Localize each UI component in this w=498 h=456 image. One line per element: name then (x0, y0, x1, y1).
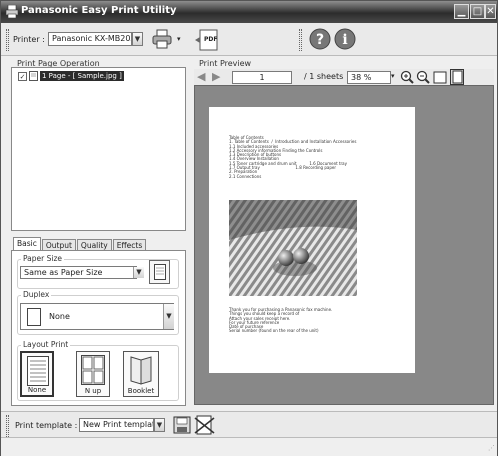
duplex-select[interactable]: None (20, 303, 174, 330)
preview-page: Table of Contents 1. Table of Contents /… (209, 107, 415, 373)
chevron-down-icon[interactable]: ▼ (132, 32, 143, 46)
info-icon: i (334, 28, 356, 50)
svg-text:i: i (342, 32, 347, 48)
layout-nup-label: N up (84, 387, 102, 395)
help-icon: ? (309, 28, 331, 50)
zoom-out-icon[interactable] (416, 70, 430, 84)
previous-page-icon[interactable]: ◀ (197, 70, 205, 83)
print-preview-caption: Print Preview (199, 59, 252, 68)
print-page-list: ✓ 1 Page - [ Sample.jpg ] (11, 67, 186, 231)
zoom-in-icon[interactable] (400, 70, 414, 84)
page-number-input[interactable]: 1 (232, 71, 292, 84)
printer-app-icon (5, 5, 19, 18)
document-footer: Thank you for purchasing a Panasonic fax… (229, 307, 333, 334)
list-item[interactable]: ✓ 1 Page - [ Sample.jpg ] (18, 71, 124, 81)
booklet-icon (130, 356, 152, 385)
layout-nup-button[interactable]: N up (76, 351, 110, 397)
sample-photo (229, 200, 357, 296)
duplex-value: None (49, 312, 70, 321)
paper-icon (153, 264, 166, 280)
paper-size-label: Paper Size (21, 254, 65, 263)
fit-page-icon[interactable] (450, 69, 464, 85)
layout-booklet-button[interactable]: Booklet (123, 351, 159, 397)
n-up-icon (81, 355, 105, 385)
chevron-down-icon[interactable]: ▼ (163, 304, 174, 329)
print-dropdown-icon[interactable]: ▾ (177, 35, 181, 43)
app-window: Panasonic Easy Print Utility ▁ □ ✕ Print… (0, 0, 498, 456)
sheets-count: / 1 sheets (304, 72, 344, 81)
toolbar-grip-3[interactable] (6, 415, 9, 437)
page-checkbox[interactable]: ✓ (18, 71, 27, 81)
duplex-label: Duplex (21, 290, 52, 299)
document-toc: Table of Contents 1. Table of Contents /… (229, 135, 357, 179)
window-title: Panasonic Easy Print Utility (21, 5, 177, 16)
pdf-label: PDF (204, 36, 218, 43)
layout-booklet-label: Booklet (127, 387, 155, 395)
print-button[interactable] (149, 27, 175, 51)
zoom-select[interactable]: 38 % (347, 71, 391, 84)
print-template-label: Print template : (15, 421, 78, 430)
tab-basic[interactable]: Basic (13, 237, 41, 251)
title-bar: Panasonic Easy Print Utility ▁ □ ✕ (1, 1, 497, 23)
minimize-button[interactable]: ▁ (454, 4, 469, 19)
resize-grip[interactable]: ⋰ (488, 444, 495, 452)
help-button[interactable]: ? (309, 28, 331, 50)
print-preview-area[interactable]: Table of Contents 1. Table of Contents /… (194, 85, 494, 405)
status-bar: ⋰ (1, 438, 497, 456)
delete-template-icon[interactable] (194, 415, 216, 435)
page-item-label: 1 Page - [ Sample.jpg ] (40, 71, 124, 81)
paper-size-select[interactable]: Same as Paper Size (20, 266, 137, 279)
basic-tab-panel: Paper Size Same as Paper Size ▼ Duplex N… (11, 250, 186, 406)
template-bar: Print template : New Print template ▼ (1, 411, 497, 438)
zoom-dropdown-icon[interactable]: ▾ (391, 72, 395, 80)
fit-width-icon[interactable] (433, 70, 447, 84)
layout-print-label: Layout Print (21, 340, 71, 349)
page-icon (27, 308, 41, 326)
chevron-down-icon[interactable]: ▼ (154, 418, 165, 432)
layout-none-label: None (27, 386, 47, 394)
preview-toolbar: ◀ ▶ 1 / 1 sheets 38 % ▾ (194, 69, 494, 85)
chevron-down-icon[interactable]: ▼ (133, 267, 144, 278)
settings-tabs: Basic Output Quality Effects (13, 237, 147, 251)
print-template-select[interactable]: New Print template (79, 418, 154, 432)
toolbar-grip[interactable] (6, 29, 9, 51)
main-toolbar: Printer : Panasonic KX-MB20XX ▼ ▾ PDF ? (1, 23, 497, 56)
printer-icon (152, 29, 172, 49)
layout-none-button[interactable]: None (20, 351, 54, 397)
paper-size-preview-button[interactable] (149, 260, 170, 284)
printer-select[interactable]: Panasonic KX-MB20XX (48, 32, 132, 46)
close-button[interactable]: ✕ (485, 4, 496, 19)
next-page-icon[interactable]: ▶ (212, 70, 220, 83)
toolbar-grip-2[interactable] (299, 29, 302, 51)
pdf-button[interactable]: PDF (194, 28, 220, 52)
single-page-icon (27, 356, 49, 386)
page-icon (29, 71, 38, 81)
printer-label: Printer : (13, 35, 45, 44)
maximize-button[interactable]: □ (470, 4, 485, 19)
svg-text:?: ? (316, 32, 324, 48)
save-template-icon[interactable] (173, 416, 191, 434)
info-button[interactable]: i (334, 28, 356, 50)
